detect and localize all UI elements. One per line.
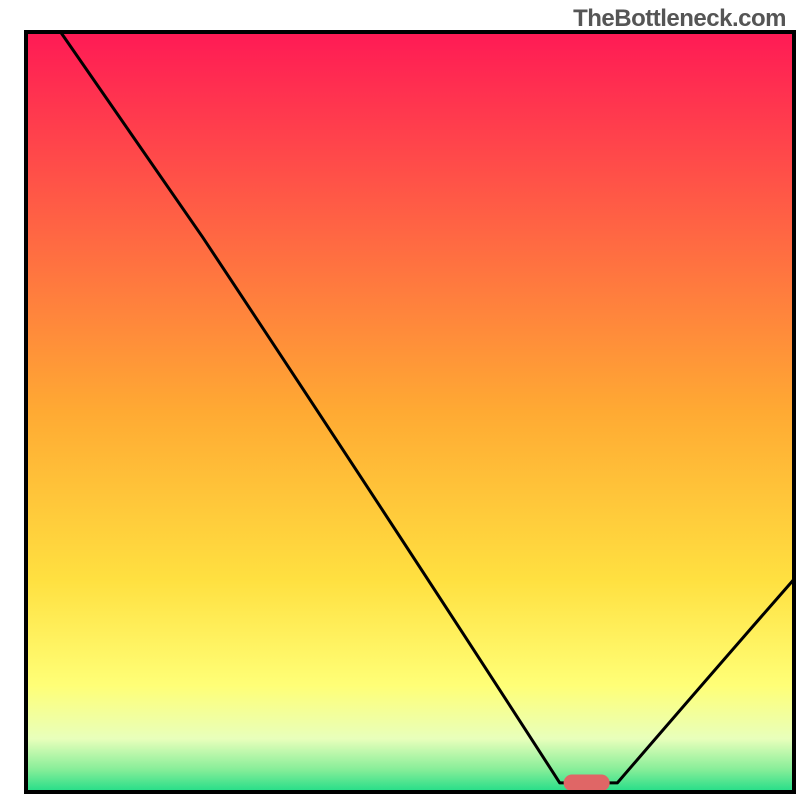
watermark-text: TheBottleneck.com <box>573 5 786 33</box>
sweet-spot-marker <box>564 775 610 792</box>
bottleneck-chart <box>0 0 800 800</box>
chart-container: TheBottleneck.com <box>0 0 800 800</box>
